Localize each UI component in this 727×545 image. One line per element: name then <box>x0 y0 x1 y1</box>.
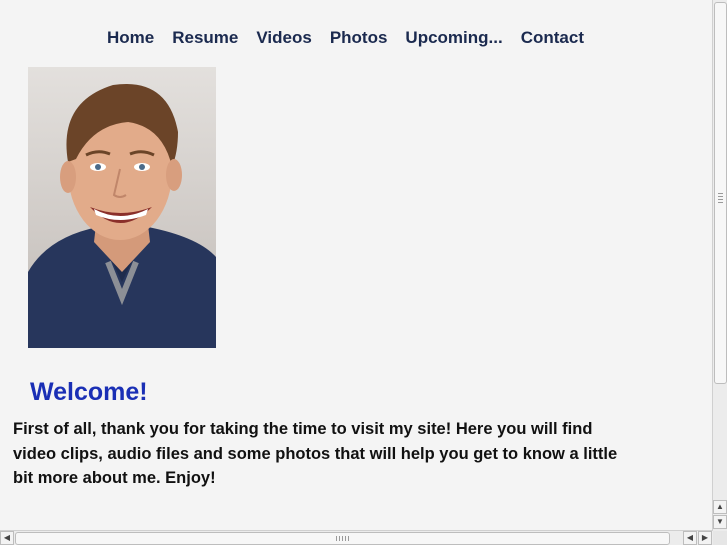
nav-link-upcoming[interactable]: Upcoming... <box>396 28 511 48</box>
nav-link-resume[interactable]: Resume <box>163 28 247 48</box>
arrow-down-icon[interactable]: ▼ <box>713 515 727 529</box>
intro-paragraph: First of all, thank you for taking the t… <box>13 420 618 487</box>
scroll-grip-icon <box>718 193 723 203</box>
nav-link-contact[interactable]: Contact <box>512 28 593 48</box>
nav-link-videos[interactable]: Videos <box>247 28 320 48</box>
arrow-right-icon[interactable]: ▶ <box>698 531 712 545</box>
arrow-left-icon[interactable]: ◀ <box>683 531 697 545</box>
nav-link-photos[interactable]: Photos <box>321 28 397 48</box>
scroll-grip-icon <box>336 536 350 541</box>
horizontal-scrollbar[interactable]: ◀ ◀ ▶ <box>0 530 713 545</box>
headshot-illustration <box>28 83 216 348</box>
welcome-heading: Welcome! <box>30 378 148 406</box>
arrow-left-icon[interactable]: ◀ <box>0 531 14 545</box>
arrow-up-icon[interactable]: ▲ <box>713 500 727 514</box>
vertical-scrollbar[interactable]: ▲ ▼ <box>712 0 727 531</box>
headshot-photo <box>28 67 216 348</box>
vertical-scroll-thumb[interactable] <box>714 2 727 384</box>
main-nav: Home Resume Videos Photos Upcoming... Co… <box>98 28 593 48</box>
scrollbar-corner <box>713 531 727 545</box>
horizontal-scroll-thumb[interactable] <box>15 532 670 545</box>
nav-link-home[interactable]: Home <box>98 28 163 48</box>
